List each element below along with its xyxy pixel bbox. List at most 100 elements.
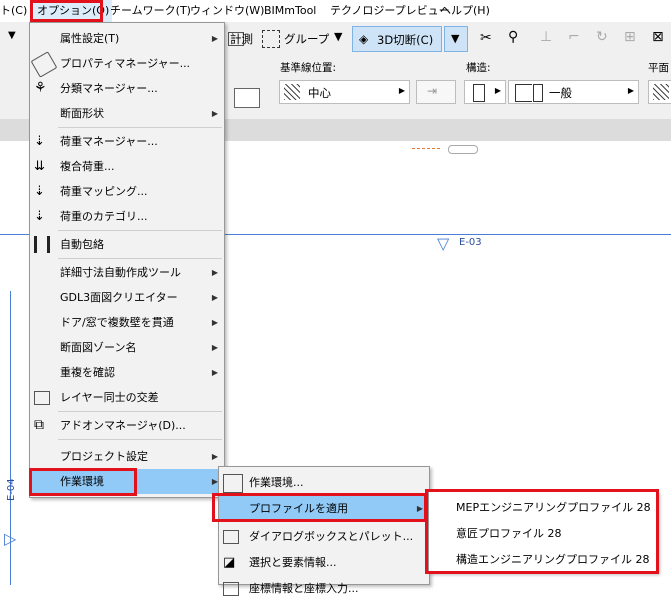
wall-geometry-icon[interactable] xyxy=(234,88,260,108)
eye-icon[interactable] xyxy=(448,145,478,154)
menu-item-load-combinations[interactable]: ⇊ 複合荷重... xyxy=(30,154,224,179)
menu-item-label: 断面図ゾーン名 xyxy=(60,341,137,354)
chevron-right-icon: ▶ xyxy=(416,504,423,513)
auto-intersection-icon xyxy=(34,236,50,253)
menu-item-check-duplicates[interactable]: 重複を確認 ▶ xyxy=(30,360,224,385)
palette-icon xyxy=(223,530,239,544)
menu-window[interactable]: ウィンドウ(W) xyxy=(190,0,264,22)
menu-item-label: 作業環境 xyxy=(60,475,104,488)
menu-item-label: GDL3面図クリエイター xyxy=(60,291,178,304)
menu-item-label: レイヤー同士の交差 xyxy=(60,391,159,404)
chevron-right-icon: ▶ xyxy=(417,524,423,549)
coordinate-icon xyxy=(223,582,239,596)
cut-3d-button[interactable]: ◈ 3D切断(C) xyxy=(352,26,442,52)
menu-item-layer-intersection[interactable]: レイヤー同士の交差 xyxy=(30,385,224,410)
menu-options[interactable]: オプション(O) xyxy=(34,0,113,22)
menu-item-auto-intersection[interactable]: 自動包絡 xyxy=(30,232,224,257)
menu-item-label: 重複を確認 xyxy=(60,366,115,379)
menu-item-addon-manager[interactable]: ⧉ アドオンマネージャ(D)... xyxy=(30,413,224,438)
menu-item-door-window-through-walls[interactable]: ドア/窓で複数壁を貫通 ▶ xyxy=(30,310,224,335)
menu-item-label: プロパティマネージャー... xyxy=(60,57,191,70)
menu-item-structural-profile[interactable]: 構造エンジニアリングプロファイル 28 xyxy=(456,547,650,573)
cut-3d-dropdown[interactable]: ▼ xyxy=(444,26,468,52)
menu-bimmtool[interactable]: BIMmTool xyxy=(264,0,316,22)
menu-item-architect-profile[interactable]: 意匠プロファイル 28 xyxy=(456,521,562,547)
grid-marker-triangle: ▽ xyxy=(437,234,450,253)
menu-item-classification-manager[interactable]: ⚘ 分類マネージャー... xyxy=(30,76,224,101)
menu-item-apply-profile[interactable]: プロファイルを適用 ▶ xyxy=(219,496,429,521)
menu-item-mep-profile[interactable]: MEPエンジニアリングプロファイル 28 xyxy=(456,495,651,521)
scissors-icon[interactable]: ✂ xyxy=(480,30,492,46)
ref-line-value: 中心 xyxy=(308,86,331,100)
menu-item-load-categories[interactable]: ⇣ 荷重のカテゴリ... xyxy=(30,204,224,229)
load-mapping-icon: ⇣ xyxy=(34,184,45,199)
menu-item-selection-and-element-info[interactable]: ◪ 選択と要素情報... xyxy=(219,550,429,575)
chevron-right-icon: ▶ xyxy=(211,318,218,327)
load-manager-icon: ⇣ xyxy=(34,134,45,149)
grid-label-e04: E-04 xyxy=(6,478,17,501)
menu-item-coordinate-info[interactable]: 座標情報と座標入力... xyxy=(219,576,429,601)
menu-item-detail-dimension-tool[interactable]: 詳細寸法自動作成ツール ▶ xyxy=(30,260,224,285)
menu-item-label: 荷重のカテゴリ... xyxy=(60,210,148,223)
menu-item-label: ダイアログボックスとパレット... xyxy=(249,530,414,543)
chevron-down-icon[interactable]: ▼ xyxy=(334,30,342,43)
chevron-right-icon: ▶ xyxy=(211,343,218,352)
group-icon[interactable] xyxy=(262,30,280,48)
chevron-right-icon: ▶ xyxy=(211,268,218,277)
menu-item-load-mapping[interactable]: ⇣ 荷重マッピング... xyxy=(30,179,224,204)
menu-item-label: 自動包絡 xyxy=(60,238,104,251)
menu-teamwork[interactable]: チームワーク(T) xyxy=(110,0,191,22)
chevron-right-icon: ▶ xyxy=(398,86,405,95)
group-label[interactable]: グループ xyxy=(284,31,329,47)
menu-item-label: 荷重マネージャー... xyxy=(60,135,158,148)
classification-icon: ⚘ xyxy=(34,80,47,96)
plane-label: 平面 xyxy=(648,62,669,74)
measure-label[interactable]: 計測 xyxy=(230,31,253,47)
menu-item-profile-shapes[interactable]: 断面形状 ▶ xyxy=(30,101,224,126)
caret-down-icon[interactable]: ▼ xyxy=(8,30,16,41)
menu-help[interactable]: ヘルプ(H) xyxy=(440,0,490,22)
menu-item-work-environment-dialog[interactable]: 作業環境... xyxy=(219,470,429,495)
menu-separator xyxy=(58,439,222,440)
puzzle-icon: ⧉ xyxy=(34,417,44,433)
cube-icon: ◈ xyxy=(359,32,369,46)
offset-icon[interactable]: ⊠ xyxy=(652,29,664,45)
menu-item-load-manager[interactable]: ⇣ 荷重マネージャー... xyxy=(30,129,224,154)
tag-icon xyxy=(30,51,58,78)
cut-3d-label: 3D切断(C) xyxy=(377,33,434,47)
chevron-right-icon: ▶ xyxy=(494,86,501,95)
grid-marker-triangle: ▷ xyxy=(4,529,17,548)
structure-type-select[interactable]: ▶ xyxy=(464,80,506,104)
menu-item-project-settings[interactable]: プロジェクト設定 ▶ xyxy=(30,444,224,469)
menu-item-label: 荷重マッピング... xyxy=(60,185,148,198)
hatch-icon xyxy=(653,84,669,100)
structure-select[interactable]: 一般 ▶ xyxy=(508,80,639,104)
raise-icon[interactable]: ⊥ xyxy=(540,29,552,45)
menu-item-work-environment[interactable]: 作業環境 ▶ xyxy=(30,469,224,494)
corner-icon[interactable]: ⌐ xyxy=(568,29,580,45)
menu-item-label: 選択と要素情報... xyxy=(249,556,337,569)
selection-info-icon: ◪ xyxy=(223,555,236,570)
work-environment-icon xyxy=(223,474,243,493)
offset-arrow-icon: ⇥ xyxy=(427,84,438,98)
menu-item-attribute-settings[interactable]: 属性設定(T) ▶ xyxy=(30,26,224,51)
menu-item-gdl-3view-creator[interactable]: GDL3面図クリエイター ▶ xyxy=(30,285,224,310)
menu-item-dialogs-and-palettes[interactable]: ダイアログボックスとパレット... ▶ xyxy=(219,524,429,549)
composite-icon xyxy=(515,84,532,102)
ref-line-select[interactable]: 中心 ▶ xyxy=(279,80,410,104)
chevron-right-icon: ▶ xyxy=(211,368,218,377)
plane-select[interactable] xyxy=(648,80,671,104)
load-category-icon: ⇣ xyxy=(34,209,45,224)
resize-icon[interactable]: ⊞ xyxy=(624,29,636,45)
options-menu: 属性設定(T) ▶ プロパティマネージャー... ⚘ 分類マネージャー... 断… xyxy=(29,22,225,498)
structure-value: 一般 xyxy=(549,86,572,100)
rotate-icon[interactable]: ↻ xyxy=(596,29,608,45)
menu-item-section-zone-name[interactable]: 断面図ゾーン名 ▶ xyxy=(30,335,224,360)
menu-edit[interactable]: ト(C) xyxy=(0,0,27,22)
ref-line-offset-button[interactable]: ⇥ xyxy=(416,80,456,104)
ref-line-label: 基準線位置: xyxy=(280,62,337,74)
menu-technology-preview[interactable]: テクノロジープレビュー xyxy=(330,0,450,22)
magic-wand-icon[interactable]: ⚲ xyxy=(508,29,518,45)
chevron-right-icon: ▶ xyxy=(211,293,218,302)
menu-item-property-manager[interactable]: プロパティマネージャー... xyxy=(30,51,224,78)
